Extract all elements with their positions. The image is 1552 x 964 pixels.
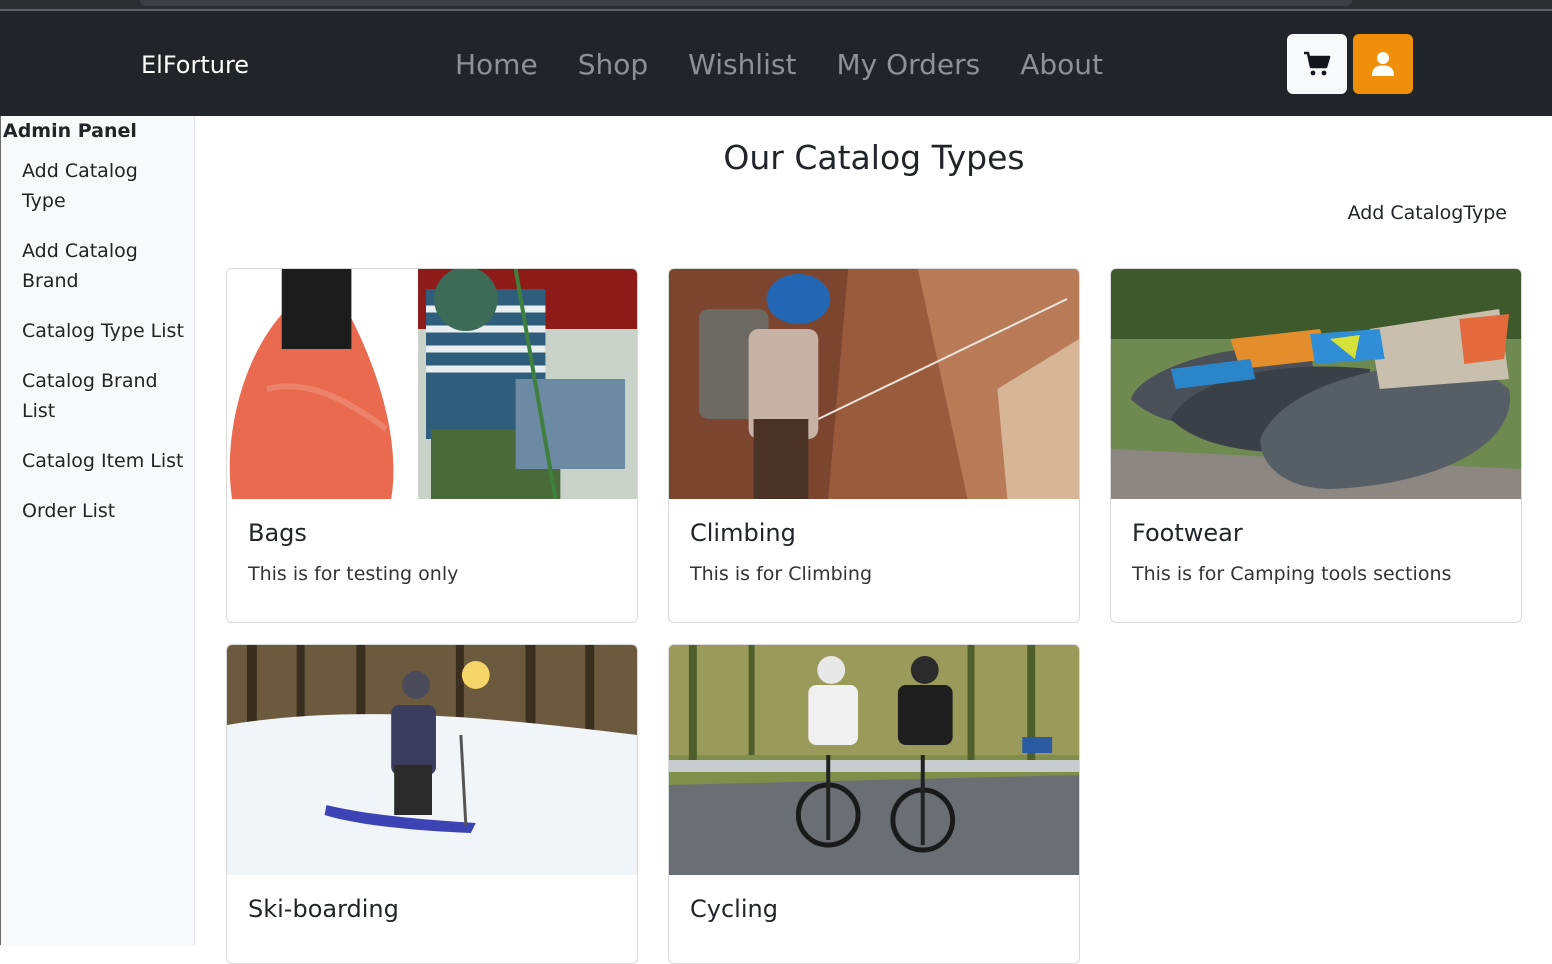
brand-logo[interactable]: ElForture (141, 49, 249, 81)
card-image-climbing (669, 269, 1079, 499)
card-image-ski-boarding (227, 645, 637, 875)
card-text: This is for Camping tools sections (1132, 563, 1452, 585)
card-title: Climbing (690, 519, 796, 547)
card-text: This is for testing only (248, 563, 459, 585)
card-image-bags (227, 269, 637, 499)
nav-my-orders[interactable]: My Orders (836, 45, 980, 85)
sidebar-item-add-catalog-type[interactable]: Add Catalog Type (22, 156, 187, 216)
catalog-card-footwear[interactable]: Footwear This is for Camping tools secti… (1110, 268, 1522, 623)
sidebar-item-order-list[interactable]: Order List (22, 496, 187, 526)
catalog-card-bags[interactable]: Bags This is for testing only (226, 268, 638, 623)
nav-shop[interactable]: Shop (578, 45, 648, 85)
address-bar-edge (140, 0, 1352, 6)
card-text: This is for Climbing (690, 563, 873, 585)
sidebar-item-add-catalog-brand[interactable]: Add Catalog Brand (22, 236, 187, 296)
card-image-footwear (1111, 269, 1521, 499)
sidebar-item-catalog-type-list[interactable]: Catalog Type List (22, 316, 187, 346)
card-title: Ski-boarding (248, 895, 399, 923)
nav-about[interactable]: About (1020, 45, 1103, 85)
card-title: Footwear (1132, 519, 1243, 547)
main-content: Our Catalog Types Add CatalogType Bags T… (196, 116, 1552, 964)
nav-wishlist[interactable]: Wishlist (688, 45, 796, 85)
card-image-cycling (669, 645, 1079, 875)
page-title: Our Catalog Types (723, 138, 1025, 177)
catalog-card-cycling[interactable]: Cycling (668, 644, 1080, 964)
nav-links: Home Shop Wishlist My Orders About (455, 45, 1143, 85)
sidebar-item-catalog-item-list[interactable]: Catalog Item List (22, 446, 187, 476)
user-icon (1372, 52, 1394, 76)
cart-icon (1304, 51, 1331, 76)
top-navbar: ElForture Home Shop Wishlist My Orders A… (0, 11, 1552, 116)
add-catalog-type-link[interactable]: Add CatalogType (1348, 202, 1507, 224)
admin-sidebar: Admin Panel Add Catalog Type Add Catalog… (0, 116, 195, 945)
card-title: Bags (248, 519, 307, 547)
sidebar-menu: Add Catalog Type Add Catalog Brand Catal… (22, 156, 187, 546)
sidebar-item-catalog-brand-list[interactable]: Catalog Brand List (22, 366, 187, 426)
cart-button[interactable] (1287, 34, 1347, 94)
catalog-card-ski-boarding[interactable]: Ski-boarding (226, 644, 638, 964)
browser-chrome-strip (0, 0, 1552, 11)
catalog-card-climbing[interactable]: Climbing This is for Climbing (668, 268, 1080, 623)
card-title: Cycling (690, 895, 778, 923)
nav-home[interactable]: Home (455, 45, 538, 85)
sidebar-title: Admin Panel (3, 120, 137, 142)
user-button[interactable] (1353, 34, 1413, 94)
